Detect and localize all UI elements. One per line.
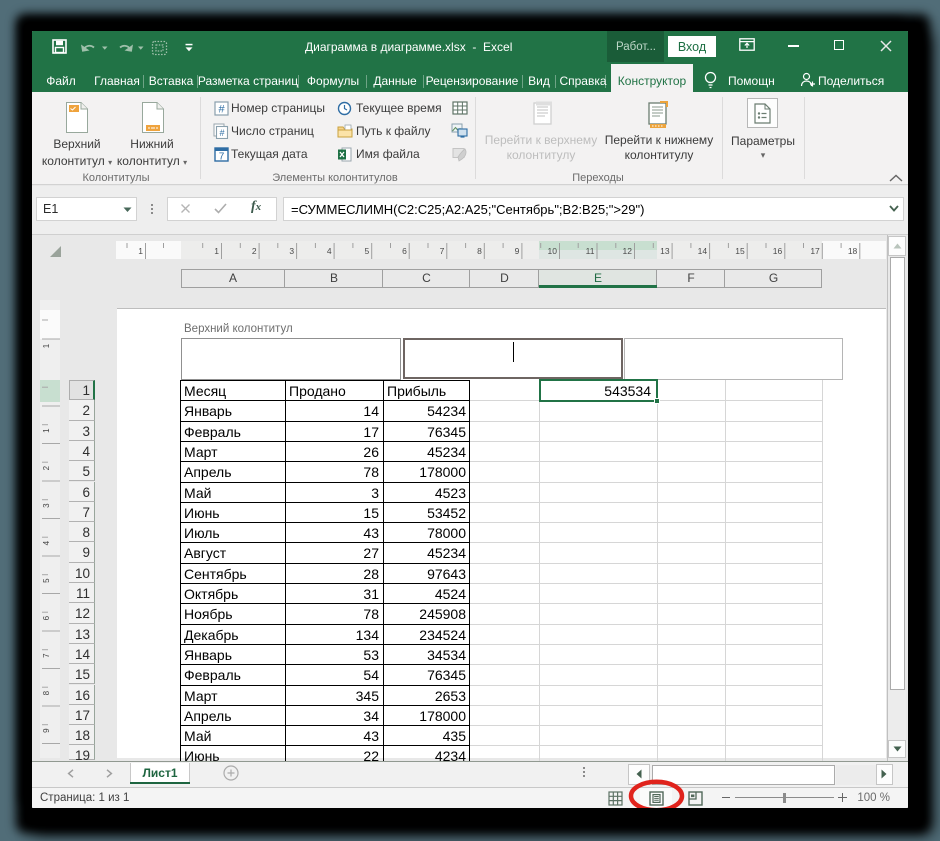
svg-text:7: 7 <box>440 246 445 256</box>
svg-text:#: # <box>218 104 225 116</box>
svg-text:5: 5 <box>42 578 51 583</box>
svg-text:4: 4 <box>42 540 51 545</box>
svg-text:12: 12 <box>623 246 633 256</box>
svg-text:11: 11 <box>586 246 595 256</box>
svg-text:2: 2 <box>42 465 51 470</box>
svg-text:6: 6 <box>42 615 51 620</box>
svg-text:10: 10 <box>548 246 558 256</box>
svg-text:7: 7 <box>42 653 51 658</box>
svg-text:#: # <box>219 128 224 138</box>
svg-text:2: 2 <box>252 246 257 256</box>
svg-text:9: 9 <box>42 728 51 733</box>
svg-text:1: 1 <box>138 246 143 256</box>
svg-text:4: 4 <box>327 246 332 256</box>
svg-text:1: 1 <box>214 246 219 256</box>
svg-text:13: 13 <box>660 246 670 256</box>
svg-text:14: 14 <box>698 246 708 256</box>
svg-text:16: 16 <box>773 246 783 256</box>
svg-text:5: 5 <box>364 246 369 256</box>
svg-text:17: 17 <box>810 246 820 256</box>
svg-text:6: 6 <box>402 246 407 256</box>
svg-text:15: 15 <box>735 246 745 256</box>
svg-text:9: 9 <box>515 246 520 256</box>
svg-text:8: 8 <box>42 690 51 695</box>
svg-text:1: 1 <box>42 428 51 433</box>
svg-text:18: 18 <box>848 246 858 256</box>
svg-text:7: 7 <box>219 152 225 163</box>
svg-text:1: 1 <box>42 343 51 348</box>
svg-text:3: 3 <box>289 246 294 256</box>
svg-text:8: 8 <box>477 246 482 256</box>
svg-text:3: 3 <box>42 503 51 508</box>
